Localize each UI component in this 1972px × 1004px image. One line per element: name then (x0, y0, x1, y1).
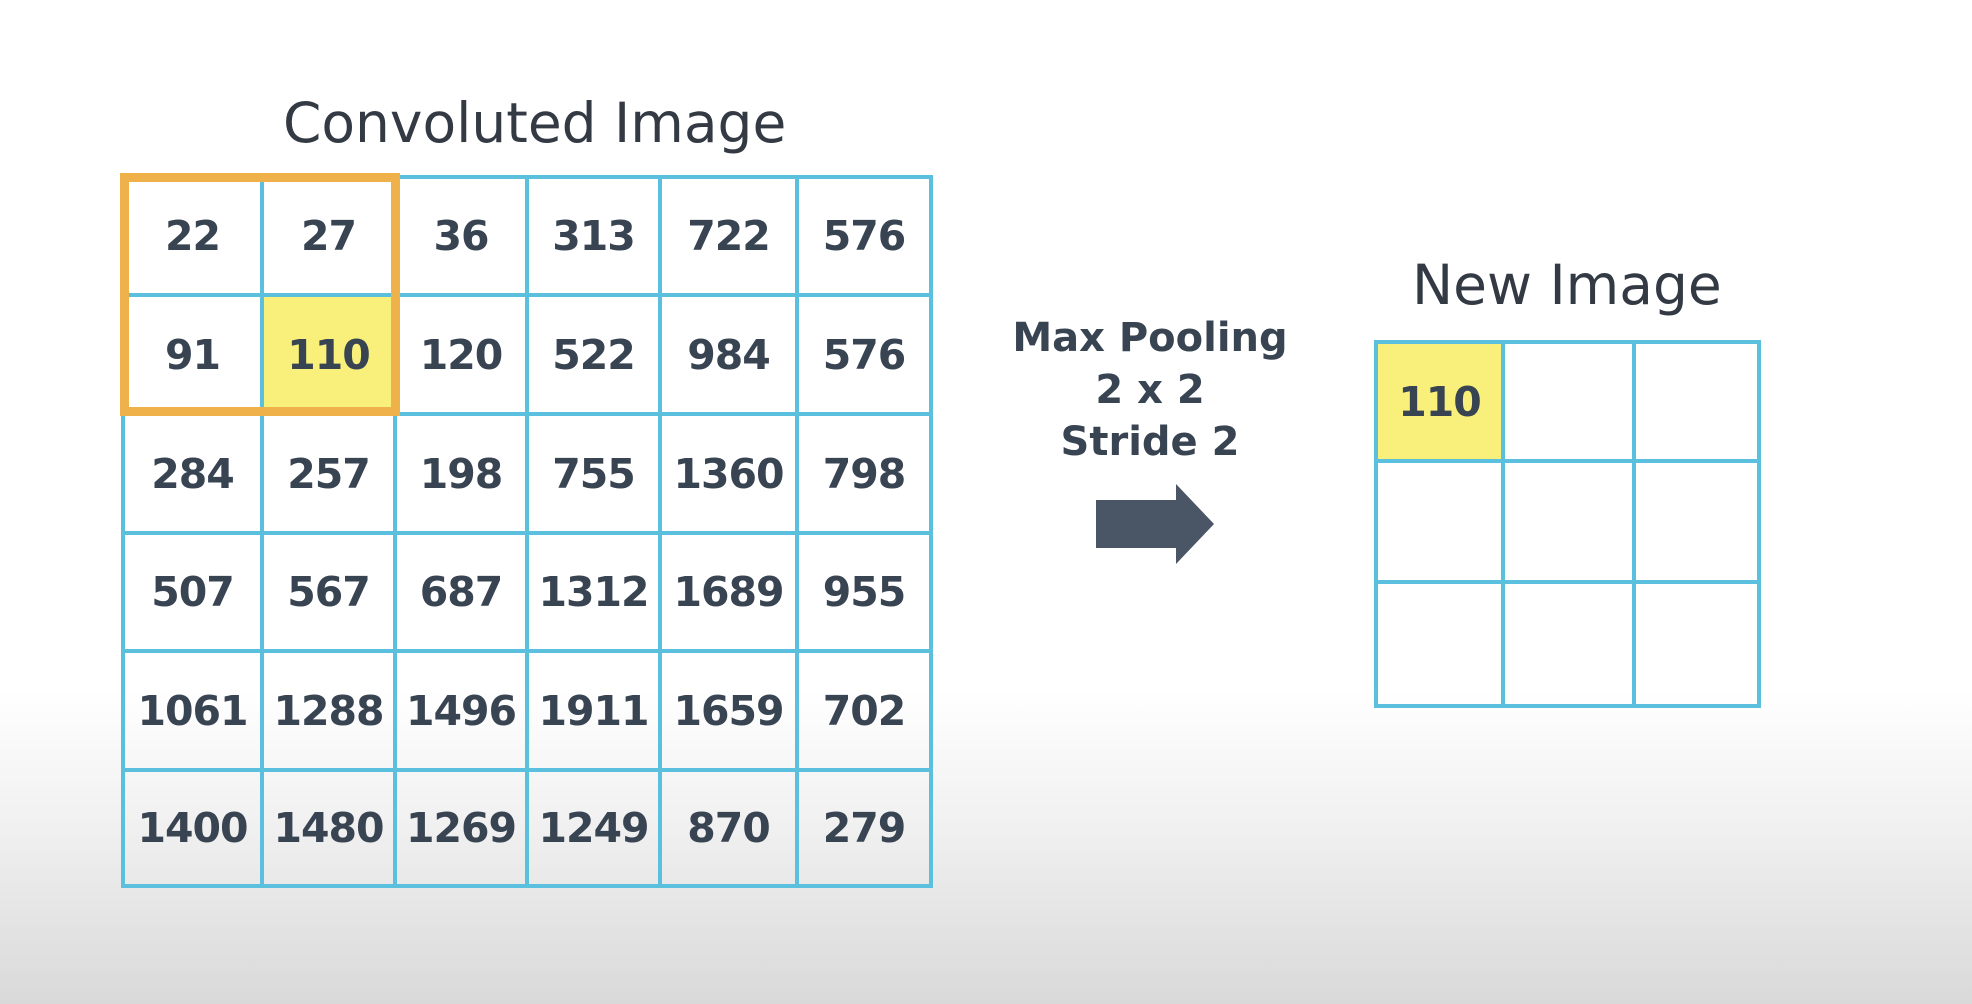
new-image-cell (1378, 463, 1505, 584)
convoluted-image-cell: 702 (799, 653, 933, 772)
convoluted-image-cell: 91 (125, 297, 264, 416)
convoluted-image-cell: 1360 (662, 416, 799, 535)
convoluted-image-cell: 576 (799, 297, 933, 416)
convoluted-image-cell: 1480 (264, 772, 397, 888)
convoluted-image-cell: 522 (529, 297, 662, 416)
new-image-cell (1636, 584, 1761, 708)
new-image-title: New Image (1412, 253, 1722, 317)
right-arrow-icon (1096, 484, 1214, 564)
convoluted-image-cell: 1689 (662, 535, 799, 653)
convoluted-image-cell: 120 (397, 297, 529, 416)
operation-label: Max Pooling 2 x 2 Stride 2 (1000, 312, 1300, 468)
convoluted-image-title: Convoluted Image (283, 91, 787, 155)
operation-size: 2 x 2 (1095, 367, 1205, 413)
new-image-cell (1505, 584, 1636, 708)
convoluted-image-cell: 110 (264, 297, 397, 416)
convoluted-image-cell: 257 (264, 416, 397, 535)
convoluted-image-cell: 1288 (264, 653, 397, 772)
convoluted-image-cell: 284 (125, 416, 264, 535)
convoluted-image-cell: 755 (529, 416, 662, 535)
new-image-cell (1378, 584, 1505, 708)
convoluted-image-cell: 27 (264, 179, 397, 297)
convoluted-image-cell: 1249 (529, 772, 662, 888)
convoluted-image-cell: 576 (799, 179, 933, 297)
convoluted-image-cell: 1659 (662, 653, 799, 772)
convoluted-image-cell: 1061 (125, 653, 264, 772)
new-image-cell (1636, 344, 1761, 463)
new-image-cell: 110 (1378, 344, 1505, 463)
new-image-grid: 110 (1374, 340, 1761, 708)
operation-stride: Stride 2 (1060, 419, 1240, 465)
new-image-cell (1505, 344, 1636, 463)
convoluted-image-cell: 1400 (125, 772, 264, 888)
convoluted-image-cell: 687 (397, 535, 529, 653)
convoluted-image-cell: 279 (799, 772, 933, 888)
convoluted-image-cell: 567 (264, 535, 397, 653)
convoluted-image-cell: 36 (397, 179, 529, 297)
new-image-cell (1505, 463, 1636, 584)
convoluted-image-cell: 722 (662, 179, 799, 297)
convoluted-image-cell: 1269 (397, 772, 529, 888)
convoluted-image-cell: 313 (529, 179, 662, 297)
convoluted-image-cell: 22 (125, 179, 264, 297)
convoluted-image-cell: 1496 (397, 653, 529, 772)
convoluted-image-cell: 984 (662, 297, 799, 416)
convoluted-image-cell: 1911 (529, 653, 662, 772)
new-image-cell (1636, 463, 1761, 584)
convoluted-image-cell: 198 (397, 416, 529, 535)
convoluted-image-cell: 1312 (529, 535, 662, 653)
convoluted-image-grid: 22 27 36 313 722 576 91 110 120 522 984 576 284 257 19… (121, 175, 933, 888)
convoluted-image-cell: 507 (125, 535, 264, 653)
operation-name: Max Pooling (1012, 315, 1288, 361)
convoluted-image-cell: 955 (799, 535, 933, 653)
convoluted-image-cell: 870 (662, 772, 799, 888)
convoluted-image-cell: 798 (799, 416, 933, 535)
